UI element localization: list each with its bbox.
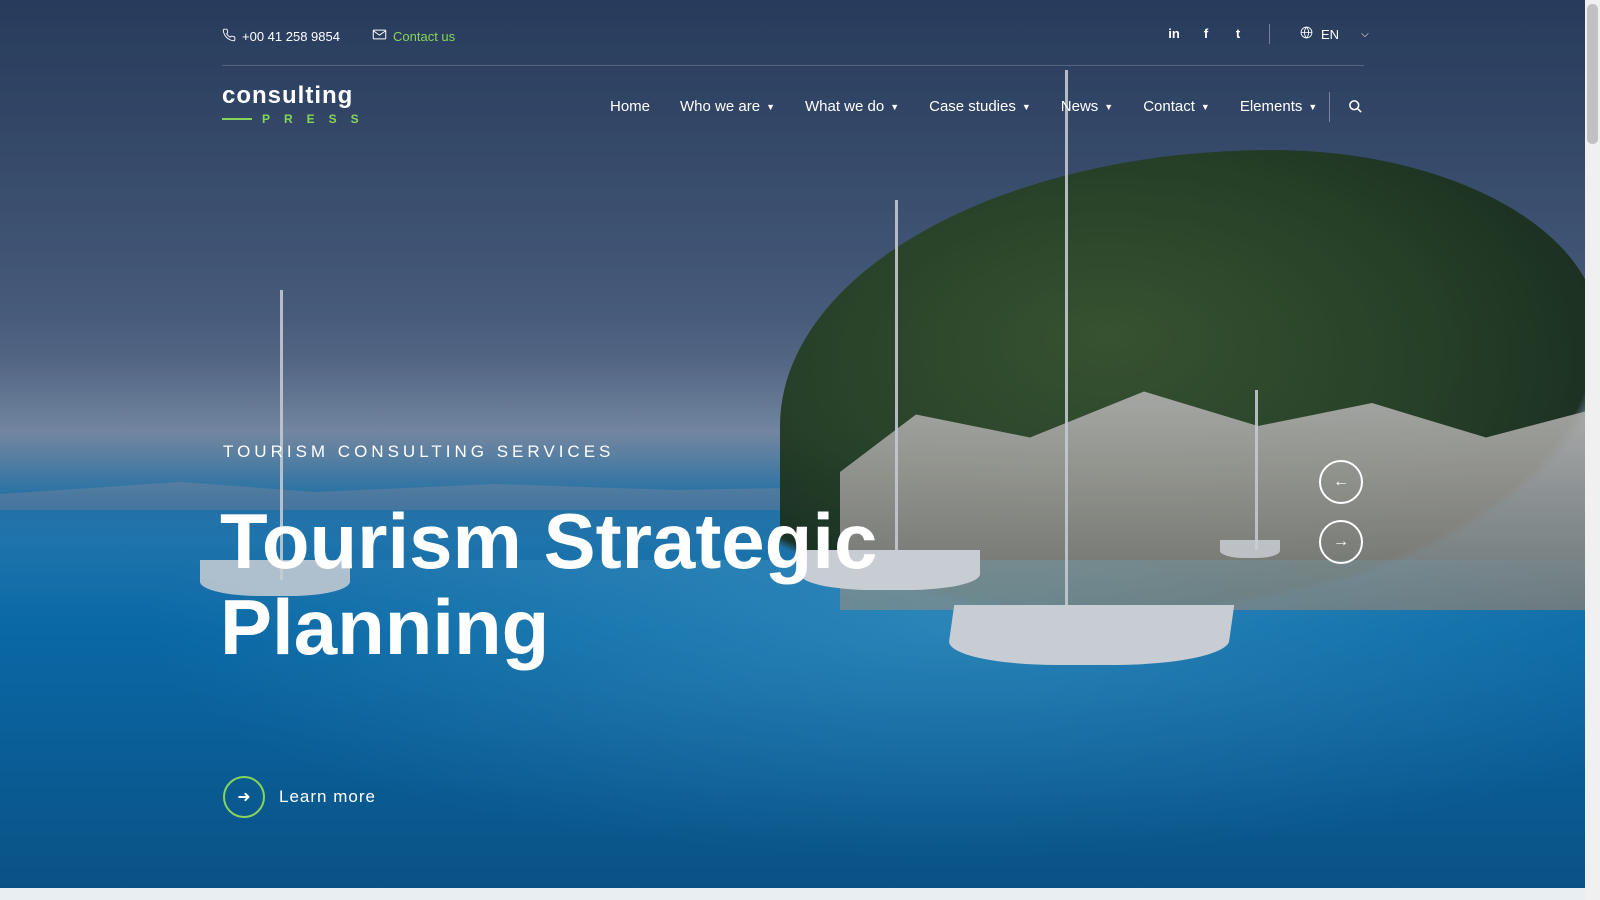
nav-item-case-studies[interactable]: Case studies ▼	[929, 98, 1031, 115]
logo-sub: PRESS	[222, 112, 373, 126]
headline-line-2: Planning	[220, 583, 550, 671]
phone-link[interactable]: +00 41 258 9854	[222, 28, 340, 45]
chevron-down-icon: ▼	[890, 101, 900, 112]
chevron-down-icon: ⌵	[1361, 28, 1369, 40]
twitter-icon[interactable]: t	[1232, 26, 1244, 41]
cta-label: Learn more	[279, 787, 376, 806]
mail-icon	[372, 28, 387, 44]
nav-label: Who we are	[680, 98, 761, 115]
arrow-left-icon: ←	[1333, 473, 1349, 490]
nav-label: Case studies	[929, 98, 1016, 115]
learn-more-button[interactable]: ➜ Learn more	[223, 776, 376, 818]
nav-label: News	[1060, 98, 1099, 115]
contact-link[interactable]: Contact us	[372, 28, 455, 44]
slider-prev-button[interactable]: ←	[1319, 460, 1363, 504]
language-label: EN	[1321, 26, 1340, 42]
linkedin-icon[interactable]: in	[1168, 26, 1180, 41]
chevron-down-icon: ▼	[1104, 101, 1114, 112]
nav-label: Home	[610, 98, 651, 115]
arrow-right-icon: ➜	[223, 776, 265, 818]
arrow-right-icon: →	[1333, 533, 1349, 550]
nav-label: Contact	[1143, 98, 1195, 115]
phone-icon	[222, 28, 236, 45]
topbar-divider	[1269, 24, 1270, 44]
phone-number: +00 41 258 9854	[242, 29, 340, 44]
scrollbar-thumb[interactable]	[1587, 4, 1598, 144]
facebook-icon[interactable]: f	[1200, 26, 1212, 41]
chevron-down-icon: ▼	[766, 101, 775, 112]
search-button[interactable]	[1348, 99, 1364, 115]
nav-divider	[1329, 92, 1330, 122]
nav-item-who-we-are[interactable]: Who we are ▼	[680, 98, 775, 115]
top-bar: +00 41 258 9854 Contact us in f t EN ⌵	[222, 22, 1369, 66]
nav-item-news[interactable]: News ▼	[1061, 98, 1113, 115]
scrollbar[interactable]	[1585, 0, 1600, 900]
slider-next-button[interactable]: →	[1319, 520, 1363, 564]
contact-label: Contact us	[393, 28, 456, 44]
chevron-down-icon: ▼	[1021, 101, 1031, 112]
nav-item-home[interactable]: Home	[610, 98, 650, 115]
nav-item-elements[interactable]: Elements ▼	[1240, 98, 1317, 115]
nav-item-what-we-do[interactable]: What we do ▼	[805, 98, 899, 115]
social-links: in f t	[1168, 26, 1244, 41]
logo-line	[222, 118, 252, 120]
logo-press: PRESS	[262, 112, 373, 126]
nav-label: What we do	[804, 98, 885, 115]
headline-line-1: Tourism Strategic	[220, 497, 878, 585]
nav-label: Elements	[1239, 98, 1303, 115]
globe-icon	[1300, 26, 1313, 42]
logo-word: consulting	[222, 82, 354, 109]
search-icon	[1349, 100, 1362, 113]
nav-item-contact[interactable]: Contact ▼	[1143, 98, 1210, 115]
chevron-down-icon: ▼	[1308, 101, 1318, 112]
hero-eyebrow: TOURISM CONSULTING SERVICES	[223, 442, 615, 461]
main-nav: Home Who we are ▼ What we do ▼ Case stud…	[610, 98, 1317, 115]
language-selector[interactable]: EN ⌵	[1300, 26, 1369, 42]
hero-headline: Tourism Strategic Planning	[220, 498, 877, 670]
chevron-down-icon: ▼	[1200, 101, 1210, 112]
page-bottom-strip	[0, 888, 1585, 900]
site-logo[interactable]: consulting PRESS	[222, 82, 373, 126]
